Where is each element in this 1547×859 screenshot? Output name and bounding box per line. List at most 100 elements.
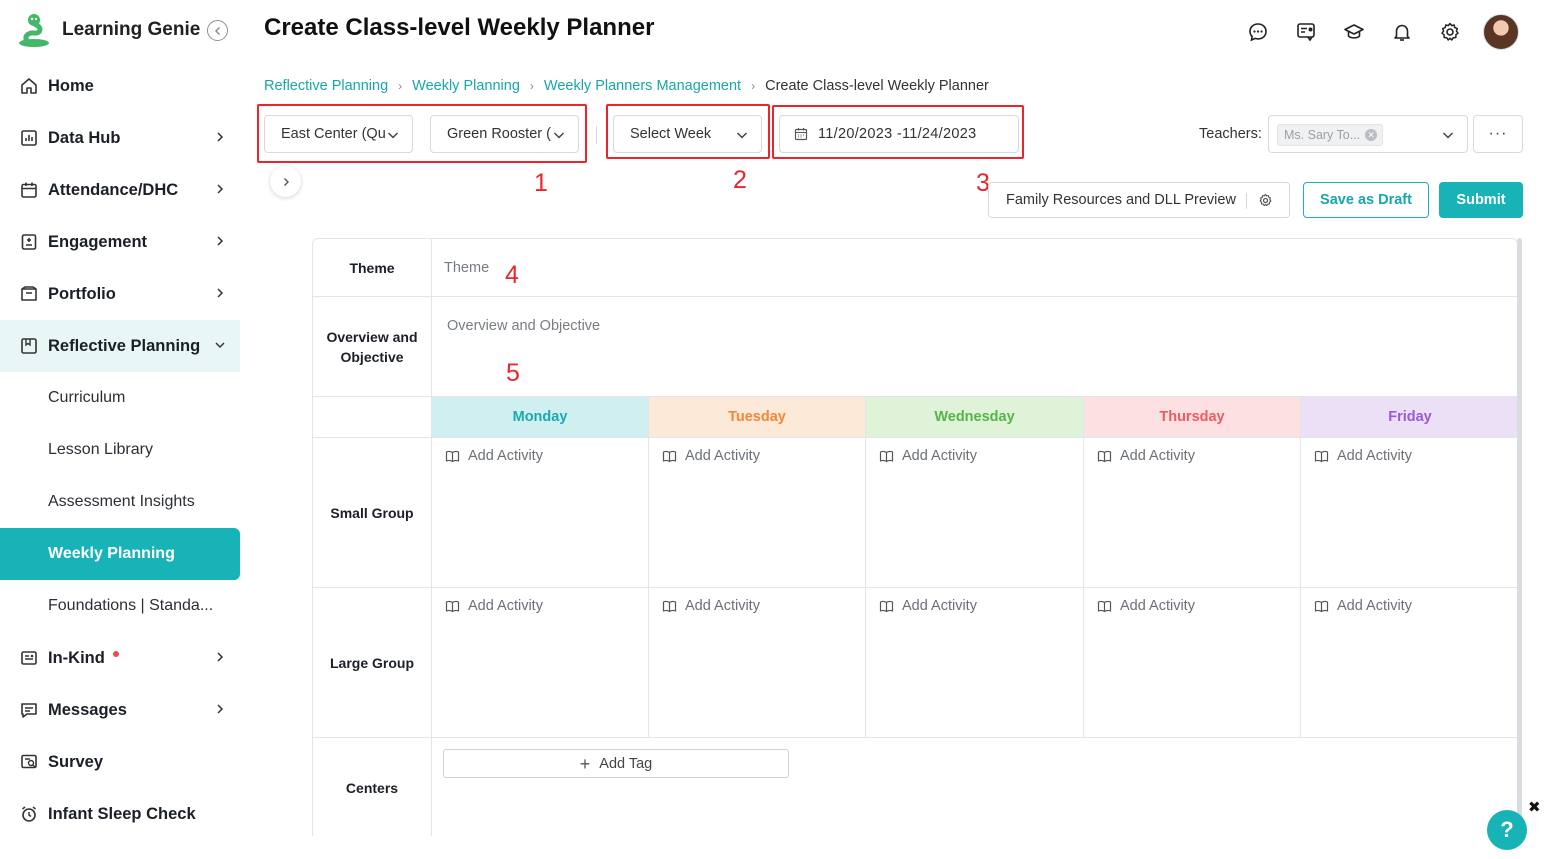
theme-row-label: Theme (313, 239, 432, 297)
survey-icon (20, 753, 38, 771)
add-activity-label: Add Activity (1120, 598, 1195, 614)
sidebar-item-in-kind[interactable]: In-Kind (0, 632, 240, 684)
book-icon (879, 600, 894, 612)
add-activity-label: Add Activity (685, 598, 760, 614)
bell-icon[interactable] (1391, 21, 1413, 43)
avatar[interactable] (1483, 14, 1519, 50)
small-group-cell-wednesday: Add Activity (866, 438, 1084, 588)
chevron-right-icon (283, 177, 289, 186)
sidebar-subitem-weekly-planning[interactable]: Weekly Planning (0, 528, 240, 580)
help-button[interactable]: ? (1487, 810, 1527, 850)
breadcrumb-link-planners-management[interactable]: Weekly Planners Management (544, 78, 741, 94)
sidebar-subitem-foundations[interactable]: Foundations | Standa... (0, 580, 240, 632)
more-options-button[interactable]: ··· (1473, 115, 1523, 153)
chat-icon[interactable] (1247, 21, 1269, 43)
sidebar-item-survey[interactable]: Survey (0, 736, 240, 788)
book-icon (662, 600, 677, 612)
add-tag-label: Add Tag (599, 755, 653, 772)
app-name: Learning Genie (62, 19, 201, 40)
sidebar-item-portfolio[interactable]: Portfolio (0, 268, 240, 320)
add-activity-button[interactable]: Add Activity (1314, 598, 1412, 614)
sidebar: Learning Genie Home Data Hub Attendance/… (0, 0, 240, 859)
family-resources-preview-button[interactable]: Family Resources and DLL Preview (988, 182, 1290, 218)
add-activity-label: Add Activity (468, 598, 543, 614)
add-activity-button[interactable]: Add Activity (445, 598, 543, 614)
portfolio-icon (20, 285, 38, 303)
overview-input[interactable]: Overview and Objective (432, 297, 1517, 397)
teacher-tag: Ms. Sary To... ✕ (1277, 124, 1384, 146)
sidebar-item-label: Home (48, 76, 94, 95)
close-help-icon[interactable]: ✖ (1528, 798, 1541, 816)
day-header-friday: Friday (1301, 397, 1517, 438)
book-icon (1314, 600, 1329, 612)
save-as-draft-button[interactable]: Save as Draft (1303, 182, 1429, 218)
engagement-icon (20, 233, 38, 251)
add-activity-button[interactable]: Add Activity (662, 448, 760, 464)
sidebar-item-data-hub[interactable]: Data Hub (0, 112, 240, 164)
sidebar-subitem-assessment-insights[interactable]: Assessment Insights (0, 476, 240, 528)
sidebar-item-engagement[interactable]: Engagement (0, 216, 240, 268)
overview-row-label: Overview and Objective (313, 297, 432, 397)
chevron-down-icon (1442, 132, 1454, 139)
large-group-cell-wednesday: Add Activity (866, 588, 1084, 738)
brand[interactable]: Learning Genie (16, 12, 200, 48)
filter-divider (596, 126, 597, 144)
sidebar-item-label: Portfolio (48, 284, 116, 303)
preview-button-label: Family Resources and DLL Preview (1006, 192, 1236, 208)
add-activity-label: Add Activity (1337, 448, 1412, 464)
breadcrumb-separator-icon: › (751, 79, 756, 93)
notification-dot (112, 651, 119, 657)
sidebar-item-attendance[interactable]: Attendance/DHC (0, 164, 240, 216)
add-activity-button[interactable]: Add Activity (879, 598, 977, 614)
sidebar-item-label: In-Kind (48, 648, 105, 667)
add-activity-button[interactable]: Add Activity (662, 598, 760, 614)
add-activity-label: Add Activity (902, 448, 977, 464)
add-tag-button[interactable]: + Add Tag (443, 749, 789, 778)
graduation-cap-icon[interactable] (1343, 21, 1365, 43)
sidebar-subitem-lesson-library[interactable]: Lesson Library (0, 424, 240, 476)
submit-button[interactable]: Submit (1439, 182, 1523, 218)
overview-label-line-2: Objective (340, 348, 404, 365)
book-icon (662, 450, 677, 462)
sidebar-item-messages[interactable]: Messages (0, 684, 240, 736)
book-icon (445, 450, 460, 462)
breadcrumb-separator-icon: › (398, 79, 403, 93)
sidebar-item-label: Infant Sleep Check (48, 804, 196, 823)
sidebar-item-home[interactable]: Home (0, 60, 240, 112)
add-activity-button[interactable]: Add Activity (1097, 598, 1195, 614)
sidebar-subitem-curriculum[interactable]: Curriculum (0, 372, 240, 424)
breadcrumb-link-weekly-planning[interactable]: Weekly Planning (412, 78, 520, 94)
small-group-cell-friday: Add Activity (1301, 438, 1517, 588)
add-activity-label: Add Activity (902, 598, 977, 614)
large-group-cell-friday: Add Activity (1301, 588, 1517, 738)
annotation-box-1 (257, 104, 587, 163)
breadcrumb-link-reflective-planning[interactable]: Reflective Planning (264, 78, 388, 94)
remove-tag-icon[interactable]: ✕ (1365, 129, 1378, 141)
day-header-thursday: Thursday (1084, 397, 1301, 438)
button-divider (1246, 193, 1247, 209)
theme-input[interactable]: Theme (432, 239, 1517, 297)
planner-scrollbar[interactable] (1517, 238, 1522, 836)
add-activity-button[interactable]: Add Activity (879, 448, 977, 464)
message-icon (20, 701, 38, 719)
sidebar-item-label: Reflective Planning (48, 336, 201, 355)
sidebar-item-infant-sleep-check[interactable]: Infant Sleep Check (0, 788, 240, 840)
book-icon (1314, 450, 1329, 462)
chevron-right-icon (217, 704, 224, 714)
add-activity-button[interactable]: Add Activity (1314, 448, 1412, 464)
overview-label-line-1: Overview and (326, 328, 418, 345)
gear-icon[interactable] (1258, 193, 1273, 208)
expand-panel-button[interactable] (270, 166, 301, 197)
feedback-icon[interactable] (1295, 21, 1317, 43)
teachers-label: Teachers: (1199, 126, 1262, 142)
sidebar-item-reflective-planning[interactable]: Reflective Planning (0, 320, 240, 372)
add-activity-label: Add Activity (1337, 598, 1412, 614)
sidebar-item-label: Data Hub (48, 128, 121, 147)
add-activity-button[interactable]: Add Activity (445, 448, 543, 464)
collapse-sidebar-button[interactable] (207, 20, 228, 41)
chevron-right-icon (217, 236, 224, 246)
add-activity-button[interactable]: Add Activity (1097, 448, 1195, 464)
gear-icon[interactable] (1439, 21, 1461, 43)
teachers-select[interactable]: Ms. Sary To... ✕ (1268, 115, 1468, 153)
teacher-tag-label: Ms. Sary To... (1284, 128, 1361, 142)
